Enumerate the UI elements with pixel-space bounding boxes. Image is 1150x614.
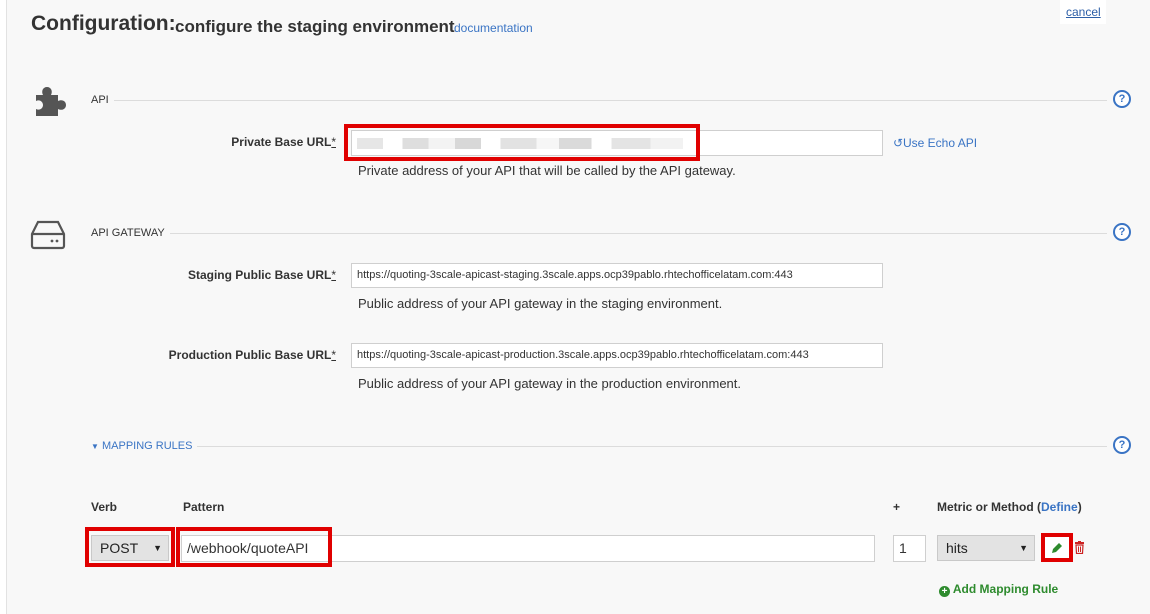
mapping-help-icon[interactable]: ? [1113, 436, 1131, 454]
use-echo-api-label: Use Echo API [903, 136, 978, 150]
pencil-icon[interactable] [1050, 541, 1064, 555]
api-divider [114, 100, 1107, 101]
metric-column-header: Metric or Method (Define) [937, 500, 1082, 514]
undo-icon: ↺ [893, 136, 904, 150]
required-mark: * [331, 348, 336, 362]
delta-input[interactable]: 1 [893, 535, 926, 562]
private-base-url-label: Private Base URL* [150, 135, 336, 149]
cancel-link[interactable]: cancel [1066, 5, 1101, 19]
metric-header-text: Metric or Method ( [937, 500, 1041, 514]
page-title: Configuration: [31, 12, 176, 35]
plus-circle-icon: + [939, 586, 950, 597]
use-echo-api-link[interactable]: ↺Use Echo API [893, 136, 977, 150]
private-base-url-highlight [344, 124, 700, 161]
required-mark: * [331, 135, 336, 149]
mapping-rules-label: MAPPING RULES [101, 440, 193, 452]
verb-column-header: Verb [91, 500, 118, 514]
page-subtitle: configure the staging environment [175, 17, 455, 36]
verb-highlight [85, 527, 175, 567]
staging-url-input[interactable]: https://quoting-3scale-apicast-staging.3… [351, 263, 883, 288]
private-base-url-label-text: Private Base URL [231, 135, 332, 149]
gateway-divider [170, 233, 1107, 234]
api-help-icon[interactable]: ? [1113, 90, 1131, 108]
add-mapping-rule-button[interactable]: + Add Mapping Rule [939, 582, 1058, 597]
server-drive-icon [30, 219, 66, 250]
puzzle-icon [33, 82, 75, 118]
gateway-section-label: API GATEWAY [91, 227, 165, 239]
api-section-label: API [91, 94, 109, 106]
metric-select[interactable]: hits ▼ [937, 535, 1035, 561]
production-url-hint: Public address of your API gateway in th… [358, 376, 741, 391]
pattern-highlight [176, 527, 332, 567]
mapping-rules-toggle[interactable]: ▼ MAPPING RULES [91, 440, 192, 452]
production-url-label: Production Public Base URL* [110, 348, 336, 362]
production-url-input[interactable]: https://quoting-3scale-apicast-productio… [351, 343, 883, 368]
metric-value: hits [946, 540, 968, 556]
pattern-column-header: Pattern [183, 500, 225, 514]
mapping-divider [197, 446, 1107, 447]
gateway-help-icon[interactable]: ? [1113, 223, 1131, 241]
define-link[interactable]: Define [1041, 500, 1078, 514]
documentation-link[interactable]: documentation [454, 21, 533, 35]
trash-icon[interactable] [1074, 541, 1085, 555]
staging-url-label-text: Staging Public Base URL [187, 268, 332, 282]
staging-url-label: Staging Public Base URL* [130, 268, 336, 282]
add-mapping-rule-label: Add Mapping Rule [952, 582, 1059, 596]
private-base-url-hint: Private address of your API that will be… [358, 163, 736, 178]
required-mark: * [331, 268, 336, 282]
production-url-label-text: Production Public Base URL [168, 348, 332, 362]
plus-column-header: + [893, 500, 901, 514]
caret-down-icon: ▼ [91, 442, 99, 451]
dropdown-arrow-icon: ▼ [1019, 543, 1028, 553]
staging-url-hint: Public address of your API gateway in th… [358, 296, 723, 311]
metric-header-close: ) [1077, 500, 1082, 514]
